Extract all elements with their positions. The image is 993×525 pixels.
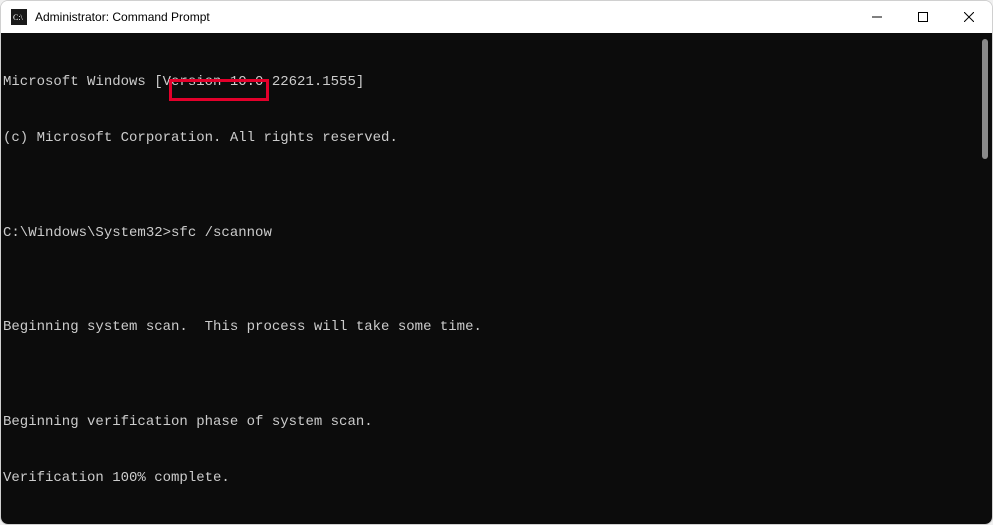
terminal-line: Beginning system scan. This process will… <box>3 318 992 337</box>
terminal-line: Verification 100% complete. <box>3 469 992 488</box>
window-controls <box>854 1 992 33</box>
cmd-icon: C:\ <box>11 9 27 25</box>
terminal-line: Beginning verification phase of system s… <box>3 413 992 432</box>
terminal-line: (c) Microsoft Corporation. All rights re… <box>3 129 992 148</box>
command-prompt-window: C:\ Administrator: Command Prompt Micros… <box>0 0 993 525</box>
scrollbar-thumb[interactable] <box>982 39 988 159</box>
window-title: Administrator: Command Prompt <box>35 10 854 24</box>
maximize-button[interactable] <box>900 1 946 33</box>
minimize-button[interactable] <box>854 1 900 33</box>
svg-text:C:\: C:\ <box>13 13 24 22</box>
terminal-output[interactable]: Microsoft Windows [Version 10.0.22621.15… <box>1 33 992 524</box>
terminal-line: C:\Windows\System32>sfc /scannow <box>3 224 992 243</box>
close-button[interactable] <box>946 1 992 33</box>
titlebar[interactable]: C:\ Administrator: Command Prompt <box>1 1 992 33</box>
terminal-line: Microsoft Windows [Version 10.0.22621.15… <box>3 73 992 92</box>
